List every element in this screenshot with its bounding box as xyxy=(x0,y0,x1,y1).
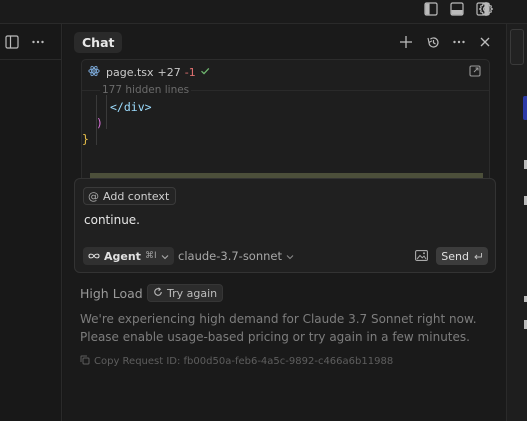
chat-panel: Chat page.tsx +27 -1 177 hidden lines </… xyxy=(63,24,506,421)
model-name: claude-3.7-sonnet xyxy=(178,249,283,263)
toggle-panel-icon[interactable] xyxy=(447,0,467,17)
send-label: Send xyxy=(441,249,469,263)
model-selector[interactable]: claude-3.7-sonnet xyxy=(178,249,294,263)
toggle-primary-sidebar-icon[interactable] xyxy=(421,0,441,17)
checkmark-icon xyxy=(200,66,210,79)
split-editor-icon[interactable] xyxy=(4,34,20,50)
right-pane xyxy=(506,24,527,421)
code-text: } xyxy=(82,132,89,146)
code-line: } xyxy=(82,131,489,147)
add-context-button[interactable]: @ Add context xyxy=(83,187,177,205)
code-line: ) xyxy=(82,115,489,131)
diff-deletions: -1 xyxy=(184,65,196,79)
editor-pane xyxy=(0,24,62,421)
accent-marker xyxy=(523,96,527,120)
send-button[interactable]: Send xyxy=(436,247,488,265)
new-chat-icon[interactable] xyxy=(397,33,415,51)
refresh-icon xyxy=(153,286,163,300)
settings-gear-icon[interactable] xyxy=(476,0,496,17)
error-title: High Load xyxy=(80,286,143,301)
error-message: We're experiencing high demand for Claud… xyxy=(80,312,477,344)
chat-message-text[interactable]: continue. xyxy=(84,213,140,227)
editor-pane-header xyxy=(0,24,62,60)
try-again-button[interactable]: Try again xyxy=(147,284,224,302)
agent-shortcut: ⌘I xyxy=(144,251,157,261)
add-context-label: Add context xyxy=(103,189,170,203)
enter-key-icon xyxy=(473,250,483,263)
more-actions-icon[interactable] xyxy=(30,34,46,50)
title-bar xyxy=(0,0,527,24)
close-icon[interactable] xyxy=(476,33,494,51)
chevron-down-icon xyxy=(161,250,169,263)
chat-header: Chat xyxy=(63,24,506,60)
infinity-icon xyxy=(88,250,100,263)
code-line: </div> xyxy=(82,99,489,115)
copy-request-id[interactable]: Copy Request ID: fb00d50a-feb6-4a5c-9892… xyxy=(80,355,393,368)
try-again-label: Try again xyxy=(167,286,218,300)
code-text: </div> xyxy=(110,100,152,114)
diff-file-name: page.tsx xyxy=(106,65,154,79)
chevron-down-icon xyxy=(286,249,294,263)
agent-label: Agent xyxy=(104,249,141,263)
chat-input-box[interactable]: @ Add context continue. Agent ⌘I claude-… xyxy=(74,178,496,273)
copy-icon xyxy=(80,355,90,368)
history-icon[interactable] xyxy=(424,33,442,51)
code-text: ) xyxy=(96,116,103,130)
right-pane-tab[interactable] xyxy=(510,29,524,65)
hidden-lines-label[interactable]: 177 hidden lines xyxy=(100,84,192,96)
react-file-icon xyxy=(88,65,100,80)
agent-mode-button[interactable]: Agent ⌘I xyxy=(83,247,174,265)
open-file-icon[interactable] xyxy=(469,65,483,79)
attach-image-icon[interactable] xyxy=(415,250,429,262)
at-sign-icon: @ xyxy=(88,189,99,203)
diff-additions: +27 xyxy=(157,65,181,79)
chat-tab[interactable]: Chat xyxy=(74,32,123,53)
file-diff-card: page.tsx +27 -1 177 hidden lines </div> … xyxy=(81,59,490,196)
request-id-text: Copy Request ID: fb00d50a-feb6-4a5c-9892… xyxy=(94,356,394,367)
chat-more-icon[interactable] xyxy=(450,33,468,51)
diff-header[interactable]: page.tsx +27 -1 xyxy=(82,60,489,84)
